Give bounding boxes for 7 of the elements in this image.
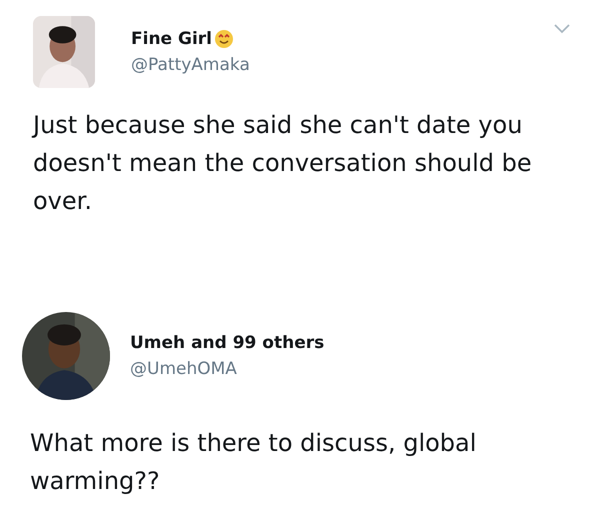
user-name[interactable]: Fine Girl bbox=[131, 29, 212, 49]
user-name[interactable]: Umeh and 99 others bbox=[130, 333, 324, 353]
chevron-down-icon[interactable] bbox=[554, 24, 570, 34]
user-handle[interactable]: @UmehOMA bbox=[130, 359, 324, 379]
tweet-text: Just because she said she can't date you doesn't mean the conversation should be over. bbox=[33, 110, 533, 217]
user-handle[interactable]: @PattyAmaka bbox=[131, 55, 250, 75]
tweet-text: What more is there to discuss, global warming?? bbox=[30, 428, 478, 497]
